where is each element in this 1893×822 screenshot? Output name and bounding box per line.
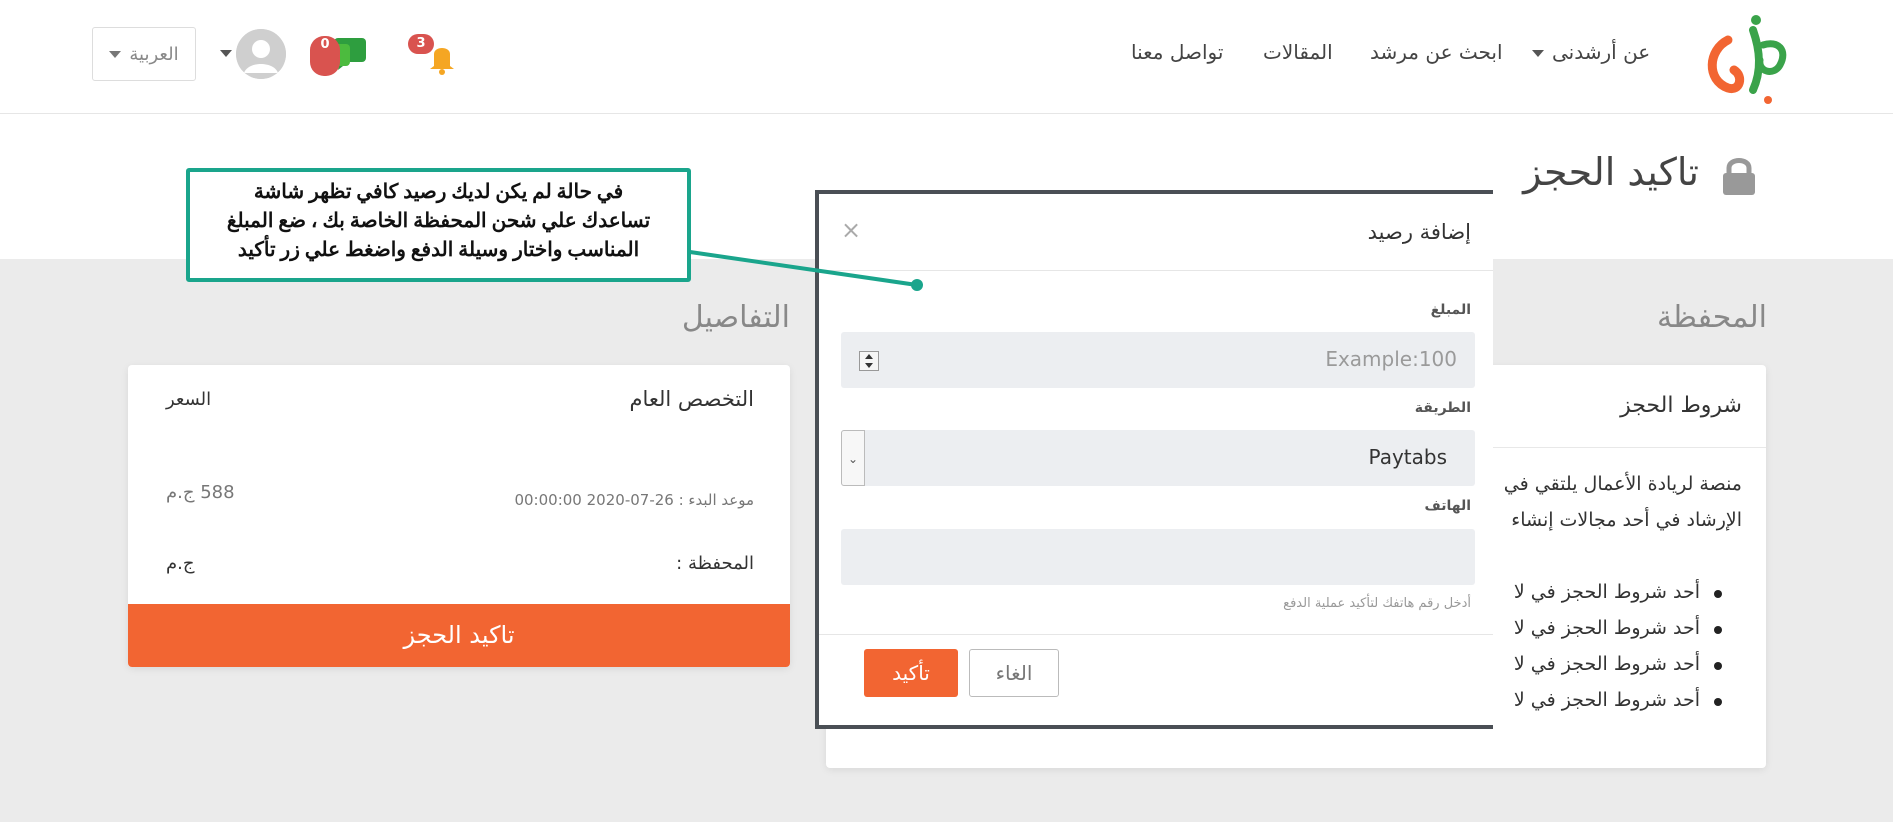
callout-line: في حالة لم يكن لديك رصيد كافي تظهر شاشة [253, 181, 624, 203]
nav-find-mentor[interactable]: ابحث عن مرشد [1370, 40, 1503, 64]
notifications-badge: 3 [408, 34, 434, 54]
language-label: العربية [129, 43, 179, 65]
avatar[interactable] [236, 29, 286, 79]
page-title: تاكيد الحجز [1523, 150, 1699, 194]
terms-list-item: أحد شروط الحجز في لا [1513, 617, 1723, 639]
amount-label: المبلغ [1430, 302, 1471, 318]
phone-label: الهاتف [1424, 498, 1471, 514]
confirm-booking-button[interactable]: تاكيد الحجز [128, 604, 790, 667]
chevron-down-icon [1532, 50, 1544, 57]
chevron-down-icon[interactable]: ⌄ [841, 430, 865, 486]
chevron-down-icon [109, 50, 122, 58]
callout-line: تساعدك علي شحن المحفظة الخاصة بك ، ضع ال… [226, 210, 651, 232]
nav-about-label: عن أرشدنى [1552, 40, 1651, 64]
terms-list-item: أحد شروط الحجز في لا [1513, 689, 1723, 711]
user-icon [236, 29, 286, 79]
notifications-bell[interactable]: 3 [408, 34, 462, 76]
details-card: التخصص العام السعر موعد البدء : 26-07-20… [128, 365, 790, 667]
payment-method-value: Paytabs [1368, 445, 1447, 469]
confirm-button[interactable]: تأكيد [864, 649, 958, 697]
language-select[interactable]: العربية [92, 27, 196, 81]
nav-contact[interactable]: تواصل معنا [1131, 40, 1223, 64]
avatar-menu-caret[interactable] [220, 50, 232, 57]
terms-list-item: أحد شروط الحجز في لا [1513, 653, 1723, 675]
lock-icon [1723, 158, 1755, 195]
method-label: الطريقة [1414, 400, 1471, 416]
divider [819, 270, 1493, 271]
amount-input[interactable]: Example:100 [841, 332, 1475, 388]
close-icon[interactable]: × [841, 216, 861, 244]
terms-list-item: أحد شروط الحجز في لا [1513, 581, 1723, 603]
wallet-section-title: المحفظة [1656, 300, 1767, 335]
modal-title: إضافة رصيد [1367, 220, 1471, 244]
nav-articles[interactable]: المقالات [1263, 40, 1333, 64]
callout-line: المناسب واختار وسيلة الدفع واضغط علي زر … [237, 239, 640, 261]
amount-placeholder: Example:100 [1325, 347, 1457, 371]
top-navbar: عن أرشدنى ابحث عن مرشد المقالات تواصل مع… [0, 0, 1893, 114]
wallet-label: المحفظة : [676, 553, 754, 574]
payment-method-select[interactable]: Paytabs ⌄ [841, 430, 1475, 486]
terms-paragraph-line: الإرشاد في أحد مجالات إنشاء [1511, 509, 1742, 531]
phone-hint: أدخل رقم هاتفك لتأكيد عملية الدفع [1283, 596, 1471, 611]
phone-input[interactable] [841, 529, 1475, 585]
details-section-title: التفاصيل [681, 300, 790, 335]
messages-badge: 0 [310, 36, 340, 76]
terms-title: شروط الحجز [1620, 393, 1742, 418]
messages-button[interactable]: 0 [310, 34, 370, 78]
price-header: السعر [166, 389, 212, 410]
wallet-value: ج.م [166, 553, 195, 574]
add-balance-modal: إضافة رصيد × المبلغ Example:100 الطريقة … [815, 190, 1493, 729]
cancel-button[interactable]: الغاء [969, 649, 1059, 697]
nav-about[interactable]: عن أرشدنى [1532, 40, 1650, 64]
number-spinner-icon[interactable] [859, 351, 879, 371]
logo-icon[interactable] [1698, 10, 1798, 110]
divider [819, 634, 1493, 635]
price-value: 588 ج.م [166, 482, 235, 503]
annotation-callout: في حالة لم يكن لديك رصيد كافي تظهر شاشة … [186, 168, 691, 282]
start-date: موعد البدء : 26-07-2020 00:00:00 [514, 491, 754, 509]
terms-paragraph-line: منصة لريادة الأعمال يلتقي في [1503, 473, 1742, 495]
specialty-header: التخصص العام [629, 387, 754, 411]
